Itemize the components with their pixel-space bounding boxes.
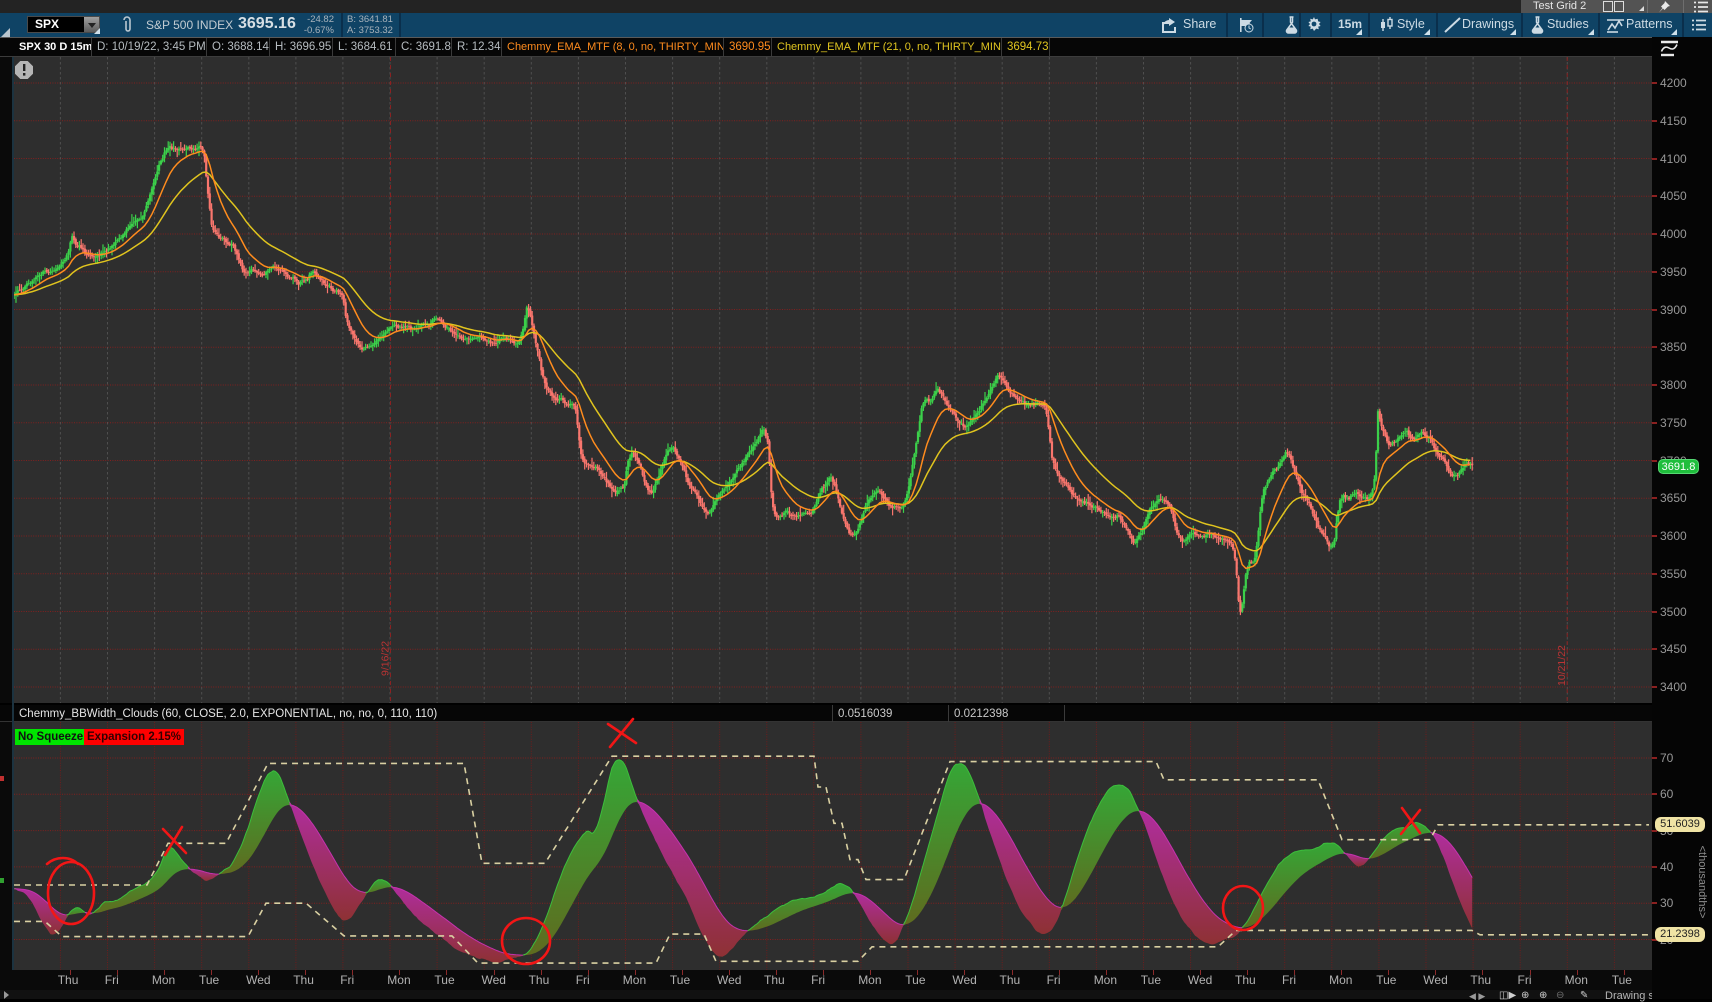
svg-text:9/16/22: 9/16/22	[380, 641, 392, 676]
svg-text:10/21/22: 10/21/22	[1556, 645, 1568, 686]
